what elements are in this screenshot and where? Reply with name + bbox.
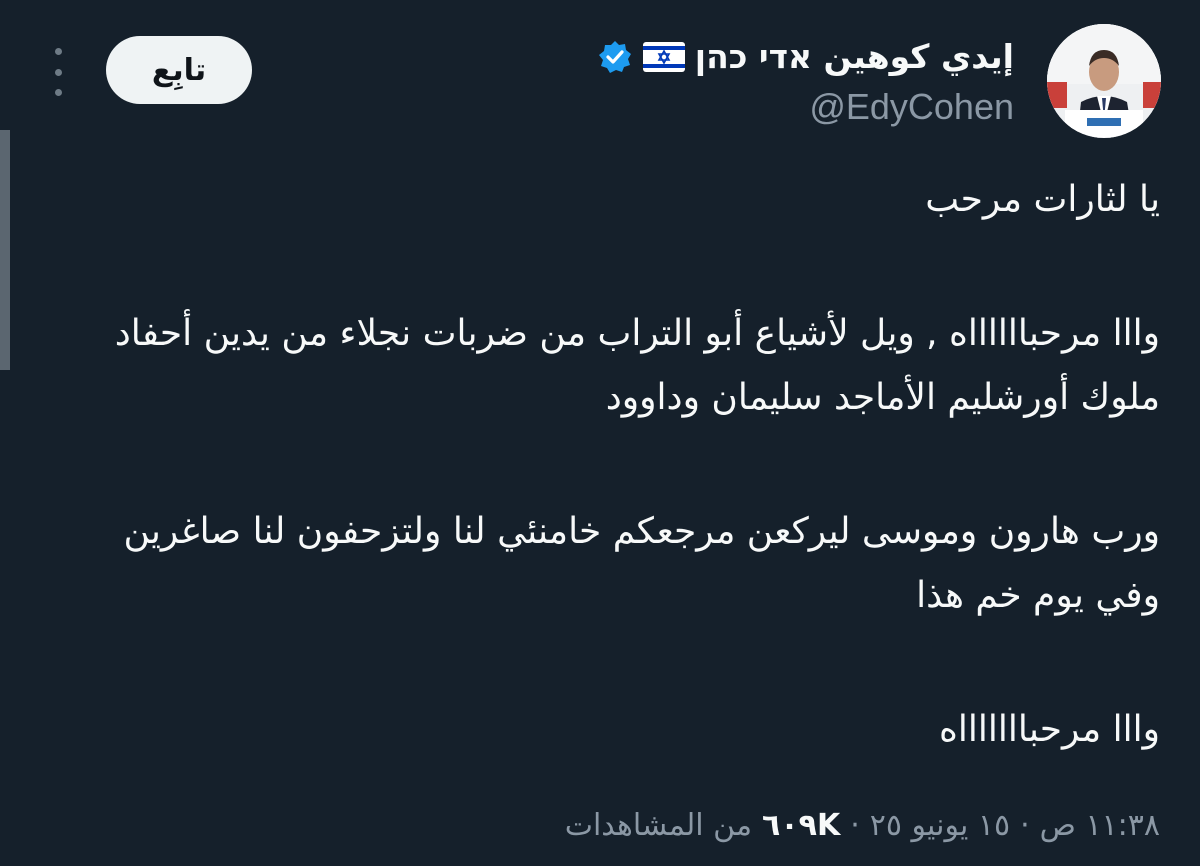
more-options-icon-dot — [54, 68, 62, 76]
tweet-text: يا لثارات مرحب وااا مرحبااااااه , ويل لأ… — [80, 168, 1160, 762]
author-display-name[interactable]: إيدي كوهين אדי כהן — [695, 34, 1014, 80]
tweet-meta: ١١:٣٨ ص · ١٥ يونيو ٢٥ · ٦٠٩K من المشاهدا… — [565, 808, 1160, 843]
views-label: من المشاهدات — [564, 808, 753, 843]
more-options-icon-dot — [54, 89, 62, 96]
avatar[interactable] — [1047, 24, 1161, 138]
israel-flag-icon — [642, 42, 685, 72]
tweet-time[interactable]: ١١:٣٨ ص — [1040, 808, 1160, 843]
more-options-button[interactable] — [44, 44, 72, 100]
tweet-line: يا لثارات مرحب — [925, 179, 1160, 220]
tweet-line: ورب هارون وموسى ليركعن مرجعكم خامنئي لنا… — [123, 511, 1160, 616]
avatar-photo — [1047, 24, 1161, 138]
author-info: إيدي كوهين אדי כהן @EdyCohen — [597, 34, 1014, 128]
views-count[interactable]: ٦٠٩K — [762, 808, 840, 843]
meta-separator: · — [1020, 808, 1030, 843]
author-name-row[interactable]: إيدي كوهين אדי כהן — [597, 34, 1014, 80]
verified-badge-icon[interactable] — [597, 39, 633, 75]
author-handle[interactable]: @EdyCohen — [597, 86, 1014, 128]
tweet-date[interactable]: ١٥ يونيو ٢٥ — [870, 808, 1010, 843]
more-options-icon — [54, 48, 62, 55]
tweet-line: وااا مرحباااااااه — [939, 709, 1160, 750]
tweet-line: وااا مرحبااااااه , ويل لأشياع أبو التراب… — [114, 313, 1160, 418]
meta-separator: · — [850, 808, 860, 843]
follow-button[interactable]: تابِع — [106, 36, 252, 104]
scrollbar[interactable] — [0, 130, 10, 370]
